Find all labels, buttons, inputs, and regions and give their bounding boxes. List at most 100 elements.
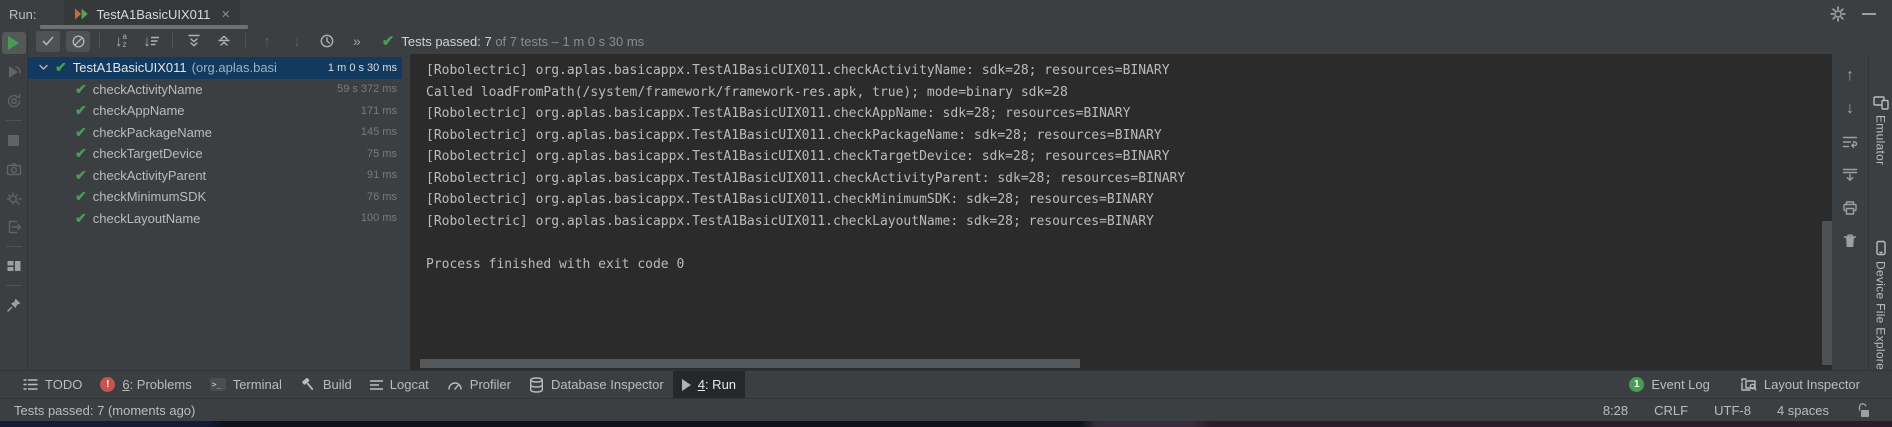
test-row[interactable]: ✔ checkTargetDevice 75 ms (28, 143, 410, 165)
test-history-icon[interactable] (315, 31, 339, 52)
test-row[interactable]: ✔ checkPackageName 145 ms (28, 122, 410, 144)
expand-all-icon[interactable] (182, 31, 206, 52)
run-left-toolbar (0, 28, 28, 370)
horizontal-scrollbar[interactable] (420, 359, 1080, 368)
error-badge-icon: ! (100, 377, 115, 392)
toolbar-divider (99, 33, 100, 49)
console-toolbar: ↑ ↓ (1832, 54, 1868, 370)
show-ignored-toggle[interactable] (66, 31, 90, 52)
test-suite-row[interactable]: ✔ TestA1BasicUIX011 (org.aplas.basi 1 m … (28, 57, 402, 79)
run-tab-title: TestA1BasicUIX011 (96, 7, 210, 22)
toggle-auto-test-icon[interactable] (2, 90, 26, 112)
clear-all-trash-icon[interactable] (1839, 231, 1861, 251)
tab-run[interactable]: 4: Run (673, 371, 745, 399)
test-passed-icon: ✔ (75, 124, 87, 141)
suite-name: TestA1BasicUIX011 (73, 60, 187, 75)
summary-detail-text: of 7 tests – 1 m 0 s 30 ms (492, 34, 644, 49)
console-line (426, 232, 1832, 254)
restore-layout-icon[interactable] (2, 255, 26, 277)
soft-wrap-icon[interactable] (1839, 132, 1861, 152)
test-passed-icon: ✔ (75, 102, 87, 119)
test-row[interactable]: ✔ checkMinimumSDK 76 ms (28, 186, 410, 208)
test-run-summary: ✔ Tests passed: 7 of 7 tests – 1 m 0 s 3… (382, 32, 644, 50)
test-passed-icon: ✔ (55, 59, 67, 76)
test-passed-icon: ✔ (75, 167, 87, 184)
next-failed-test-icon[interactable]: ↓ (285, 31, 309, 52)
pin-tab-icon[interactable] (2, 294, 26, 316)
layout-inspector-button[interactable]: Layout Inspector (1738, 371, 1862, 399)
tab-todo[interactable]: TODO (14, 371, 91, 399)
test-settings-icon[interactable] (2, 187, 26, 209)
right-tool-window-stripe: Emulator Device File Explorer (1868, 54, 1892, 370)
show-passed-toggle[interactable] (36, 31, 60, 52)
settings-gear-icon[interactable] (1830, 6, 1846, 22)
sort-alphabetically-icon[interactable]: ↓ az (109, 31, 133, 52)
event-count-badge: 1 (1629, 377, 1644, 392)
caret-position[interactable]: 8:28 (1603, 403, 1628, 418)
console-line: [Robolectric] org.aplas.basicappx.TestA1… (426, 103, 1832, 125)
tab-terminal[interactable]: >_ Terminal (201, 371, 291, 399)
summary-passed-text: Tests passed: 7 (401, 34, 491, 49)
tab-logcat[interactable]: Logcat (361, 371, 438, 399)
status-message: Tests passed: 7 (moments ago) (14, 403, 195, 418)
rerun-failed-tests-button[interactable] (2, 61, 26, 83)
logcat-icon (370, 380, 383, 390)
indent-setting[interactable]: 4 spaces (1777, 403, 1829, 418)
android-test-config-icon (74, 7, 89, 21)
previous-failed-test-icon[interactable]: ↑ (255, 31, 279, 52)
run-header: Run: TestA1BasicUIX011 × (0, 0, 1892, 28)
more-actions-icon[interactable]: » (353, 33, 362, 49)
test-runner-toolbar: ↓ az ↓ ↑ ↓ » (28, 28, 1892, 54)
test-passed-icon: ✔ (75, 210, 87, 227)
tab-database-inspector[interactable]: Database Inspector (520, 371, 673, 399)
unlocked-padlock-icon[interactable] (1855, 402, 1870, 418)
down-the-stack-trace-icon[interactable]: ↓ (1839, 99, 1861, 119)
console-line: [Robolectric] org.aplas.basicappx.TestA1… (426, 211, 1832, 233)
event-log-button[interactable]: 1 Event Log (1627, 371, 1712, 399)
test-passed-icon: ✔ (75, 81, 87, 98)
run-label: Run: (9, 7, 36, 22)
stop-button[interactable] (2, 129, 26, 151)
line-separator[interactable]: CRLF (1654, 403, 1688, 418)
test-console-output[interactable]: [Robolectric] org.aplas.basicappx.TestA1… (410, 54, 1832, 370)
tab-build[interactable]: Build (291, 371, 361, 399)
terminal-icon: >_ (210, 378, 226, 391)
run-tool-window: Run: TestA1BasicUIX011 × (0, 0, 1892, 427)
test-row[interactable]: ✔ checkActivityParent 91 ms (28, 165, 410, 187)
tab-profiler[interactable]: Profiler (438, 371, 520, 399)
toolbar-divider (6, 285, 22, 286)
tab-problems[interactable]: ! 6: Problems (91, 371, 200, 399)
console-line: [Robolectric] org.aplas.basicappx.TestA1… (426, 60, 1832, 82)
layout-inspector-icon (1740, 377, 1757, 392)
scroll-to-end-icon[interactable] (1839, 165, 1861, 185)
test-row[interactable]: ✔ checkLayoutName 100 ms (28, 208, 410, 230)
test-tree-panel: ✔ TestA1BasicUIX011 (org.aplas.basi 1 m … (28, 54, 410, 370)
sort-by-duration-icon[interactable]: ↓ (139, 31, 163, 52)
hide-tool-window-icon[interactable] (1862, 13, 1876, 15)
print-icon[interactable] (1839, 198, 1861, 218)
hammer-icon (300, 377, 316, 392)
database-icon (529, 377, 544, 393)
console-line: [Robolectric] org.aplas.basicappx.TestA1… (426, 189, 1832, 211)
toolbar-divider (245, 33, 246, 49)
up-the-stack-trace-icon[interactable]: ↑ (1839, 66, 1861, 86)
console-line: Called loadFromPath(/system/framework/fr… (426, 82, 1832, 104)
device-file-explorer-stripe-button[interactable]: Device File Explorer (1873, 240, 1889, 374)
close-tab-icon[interactable]: × (221, 6, 230, 23)
taskbar-sliver (0, 421, 1892, 427)
run-configuration-tab[interactable]: TestA1BasicUIX011 × (64, 0, 240, 28)
import-test-results-icon[interactable] (2, 216, 26, 238)
rerun-tests-button[interactable] (2, 32, 26, 54)
chevron-down-icon[interactable] (38, 62, 49, 73)
test-passed-icon: ✔ (75, 145, 87, 162)
camera-snapshot-icon[interactable] (2, 158, 26, 180)
profiler-gauge-icon (447, 378, 463, 391)
test-row[interactable]: ✔ checkAppName 171 ms (28, 100, 410, 122)
file-encoding[interactable]: UTF-8 (1714, 403, 1751, 418)
test-row[interactable]: ✔ checkActivityName 59 s 372 ms (28, 79, 410, 101)
collapse-all-icon[interactable] (212, 31, 236, 52)
vertical-scrollbar[interactable] (1822, 221, 1832, 365)
tool-window-bar: TODO ! 6: Problems >_ Terminal Build (0, 370, 1892, 398)
emulator-stripe-button[interactable]: Emulator (1873, 94, 1889, 165)
console-line: Process finished with exit code 0 (426, 254, 1832, 276)
